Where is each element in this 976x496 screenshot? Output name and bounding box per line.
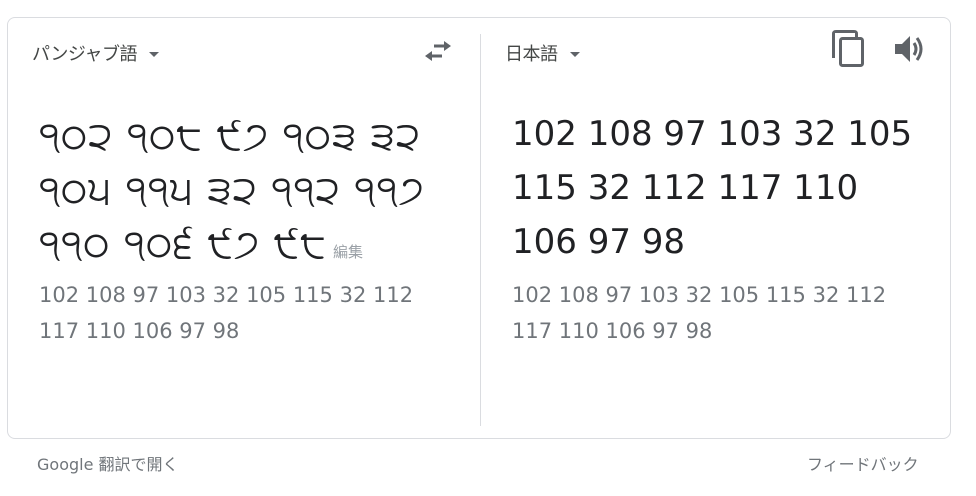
- feedback-link[interactable]: フィードバック: [807, 451, 919, 475]
- divider: [480, 34, 481, 426]
- target-language-select[interactable]: 日本語: [505, 40, 580, 66]
- chevron-down-icon: [569, 51, 580, 57]
- target-language-label: 日本語: [505, 44, 558, 65]
- translation-card: パンジャブ語 ੧੦੨ ੧੦੮ ੯੭ ੧੦੩ ੩੨ ੧੦੫ ੧੧੫ ੩੨ ੧੧੨ …: [7, 17, 951, 439]
- listen-button[interactable]: [892, 32, 928, 66]
- edit-link[interactable]: 編集: [333, 243, 363, 261]
- source-language-label: パンジャブ語: [32, 44, 138, 65]
- source-language-select[interactable]: パンジャブ語: [32, 40, 159, 66]
- open-in-google-translate-link[interactable]: Google 翻訳で開く: [37, 451, 179, 475]
- target-transliteration: 102 108 97 103 32 105 115 32 112 117 110…: [512, 283, 887, 343]
- swap-horiz-icon: [425, 41, 451, 61]
- source-transliteration: 102 108 97 103 32 105 115 32 112 117 110…: [39, 283, 414, 343]
- copy-icon: [832, 30, 864, 67]
- chevron-down-icon: [149, 51, 159, 57]
- source-text-area[interactable]: ੧੦੨ ੧੦੮ ੯੭ ੧੦੩ ੩੨ ੧੦੫ ੧੧੫ ੩੨ ੧੧੨ ੧੧੭ ੧੧੦…: [39, 110, 459, 279]
- swap-languages-button[interactable]: [422, 36, 454, 66]
- copy-button[interactable]: [830, 28, 868, 70]
- speaker-icon: [895, 36, 923, 62]
- source-text: ੧੦੨ ੧੦੮ ੯੭ ੧੦੩ ੩੨ ੧੦੫ ੧੧੫ ੩੨ ੧੧੨ ੧੧੭ ੧੧੦…: [39, 114, 425, 267]
- target-text: 102 108 97 103 32 105 115 32 112 117 110…: [512, 114, 913, 262]
